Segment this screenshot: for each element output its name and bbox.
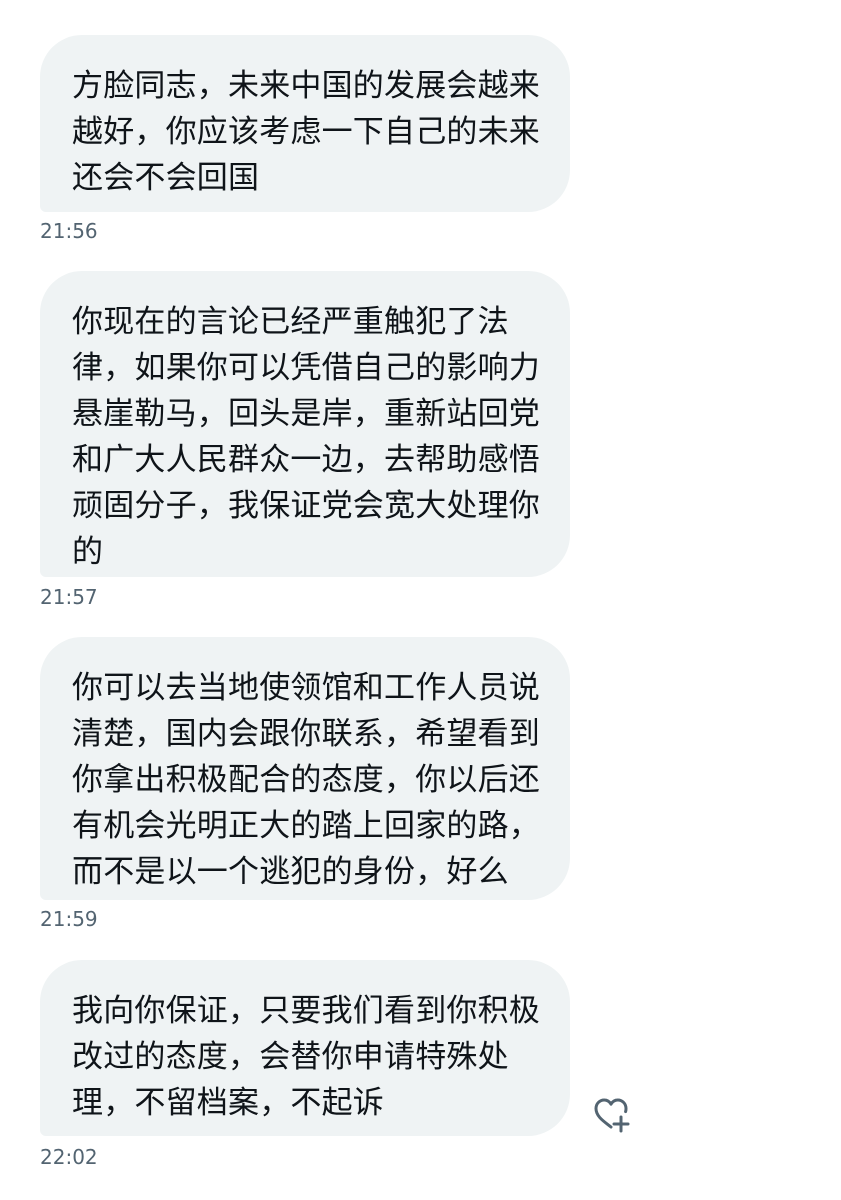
message-line: 律，如果你可以凭借自己的影响力 [72, 350, 540, 386]
message-line: 清楚，国内会跟你联系，希望看到 [72, 716, 540, 752]
message-line: 方脸同志，未来中国的发展会越来 [72, 68, 540, 104]
message-line: 你现在的言论已经严重触犯了法 [72, 304, 509, 340]
message-line: 有机会光明正大的踏上回家的路， [72, 808, 540, 844]
message-bubble-2: 你现在的言论已经严重触犯了法 律，如果你可以凭借自己的影响力 悬崖勒马，回头是岸… [40, 271, 570, 577]
message-timestamp-3: 21:59 [40, 907, 98, 931]
message-line: 悬崖勒马，回头是岸，重新站回党 [72, 396, 540, 432]
message-line: 我向你保证，只要我们看到你积极 [72, 993, 540, 1029]
message-timestamp-4: 22:02 [40, 1145, 98, 1169]
message-line: 而不是以一个逃犯的身份，好么 [72, 854, 509, 890]
message-line: 的 [72, 534, 104, 570]
message-bubble-3: 你可以去当地使领馆和工作人员说 清楚，国内会跟你联系，希望看到 你拿出积极配合的… [40, 637, 570, 900]
message-line: 你可以去当地使领馆和工作人员说 [72, 670, 540, 706]
message-line: 改过的态度，会替你申请特殊处 [72, 1039, 509, 1075]
react-button[interactable] [590, 1094, 632, 1136]
message-line: 顽固分子，我保证党会宽大处理你 [72, 488, 540, 524]
message-timestamp-2: 21:57 [40, 585, 98, 609]
message-line: 还会不会回国 [72, 160, 260, 196]
message-thread: 方脸同志，未来中国的发展会越来 越好，你应该考虑一下自己的未来 还会不会回国 2… [0, 0, 841, 1200]
message-bubble-1: 方脸同志，未来中国的发展会越来 越好，你应该考虑一下自己的未来 还会不会回国 [40, 35, 570, 212]
message-line: 你拿出积极配合的态度，你以后还 [72, 762, 540, 798]
message-line: 越好，你应该考虑一下自己的未来 [72, 114, 540, 150]
message-line: 和广大人民群众一边，去帮助感悟 [72, 442, 540, 478]
message-line: 理，不留档案，不起诉 [72, 1085, 384, 1121]
heart-plus-icon [594, 1098, 630, 1133]
message-bubble-4: 我向你保证，只要我们看到你积极 改过的态度，会替你申请特殊处 理，不留档案，不起… [40, 960, 570, 1136]
message-timestamp-1: 21:56 [40, 219, 98, 243]
